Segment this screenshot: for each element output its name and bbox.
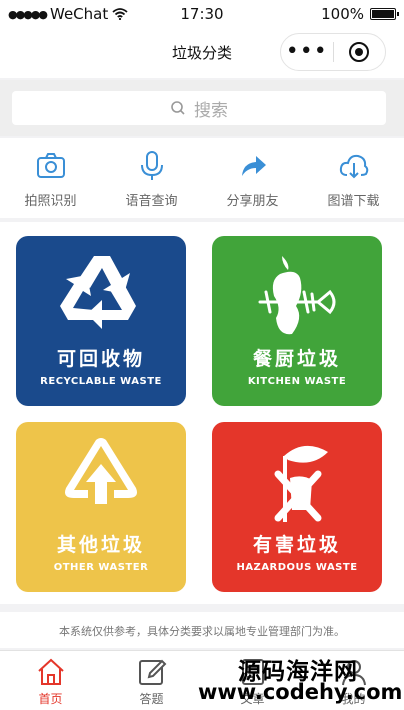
search-placeholder: 搜索 (194, 100, 228, 121)
search-area: 搜索 (0, 80, 404, 136)
more-options-icon[interactable]: ••• (281, 41, 333, 63)
category-english-name: KITCHEN WASTE (247, 376, 347, 387)
tab-home[interactable]: 首页 (0, 651, 101, 710)
category-english-name: HAZARDOUS WASTE (236, 562, 358, 573)
category-name: 餐厨垃圾 (252, 348, 341, 370)
status-bar: ●●●●● WeChat 17:30 100% (0, 0, 404, 28)
category-english-name: RECYCLABLE WASTE (40, 376, 162, 387)
battery-icon (370, 8, 399, 20)
tab-quiz[interactable]: 答题 (101, 651, 202, 710)
tab-label: 首页 (38, 692, 63, 706)
category-card-hazardous[interactable]: 有害垃圾 HAZARDOUS WASTE (212, 422, 382, 592)
home-icon (37, 658, 64, 685)
target-circle-icon (349, 42, 370, 62)
edit-icon (138, 659, 166, 685)
close-mini-program-button[interactable] (333, 42, 385, 62)
watermark-url: www.codehy.com (198, 680, 403, 704)
battery-group: 100% (321, 5, 399, 23)
category-name: 有害垃圾 (252, 534, 341, 556)
share-arrow-icon (241, 156, 266, 176)
tab-label: 答题 (139, 692, 164, 706)
category-english-name: OTHER WASTER (53, 562, 149, 573)
category-card-recyclable[interactable]: 可回收物 RECYCLABLE WASTE (16, 236, 186, 406)
feature-share-friends[interactable]: 分享朋友 (202, 138, 303, 218)
category-grid: 可回收物 RECYCLABLE WASTE 餐厨垃圾 KITCHEN WASTE (0, 222, 404, 604)
mini-program-capsule: ••• (280, 33, 386, 71)
battery-percent: 100% (321, 5, 364, 23)
feature-voice-query[interactable]: 语音查询 (101, 138, 202, 218)
cloud-download-icon (339, 154, 368, 179)
other-waste-icon (65, 438, 137, 504)
feature-label: 拍照识别 (24, 194, 77, 209)
fishbone-apple-icon (258, 256, 336, 335)
site-watermark: 源码海洋网 www.codehy.com (194, 652, 402, 710)
category-card-kitchen[interactable]: 餐厨垃圾 KITCHEN WASTE (212, 236, 382, 406)
feature-chart-download[interactable]: 图谱下载 (303, 138, 404, 218)
feature-row: 拍照识别 语音查询 分享朋友 图谱下载 (0, 138, 404, 218)
feature-label: 分享朋友 (226, 194, 279, 209)
search-input[interactable]: 搜索 (12, 91, 386, 125)
disclaimer-text: 本系统仅供参考，具体分类要求以属地专业管理部门为准。 (0, 612, 404, 648)
category-name: 其他垃圾 (56, 534, 145, 556)
hazardous-icon (274, 445, 328, 522)
feature-photo-recognition[interactable]: 拍照识别 (0, 138, 101, 218)
category-card-other[interactable]: 其他垃圾 OTHER WASTER (16, 422, 186, 592)
nav-bar: 垃圾分类 ••• (0, 28, 404, 78)
microphone-icon (140, 151, 163, 180)
feature-label: 语音查询 (125, 194, 178, 209)
category-name: 可回收物 (56, 348, 145, 370)
search-icon (171, 101, 185, 115)
camera-icon (36, 153, 65, 178)
feature-label: 图谱下载 (327, 194, 380, 209)
recycle-icon (60, 256, 136, 329)
